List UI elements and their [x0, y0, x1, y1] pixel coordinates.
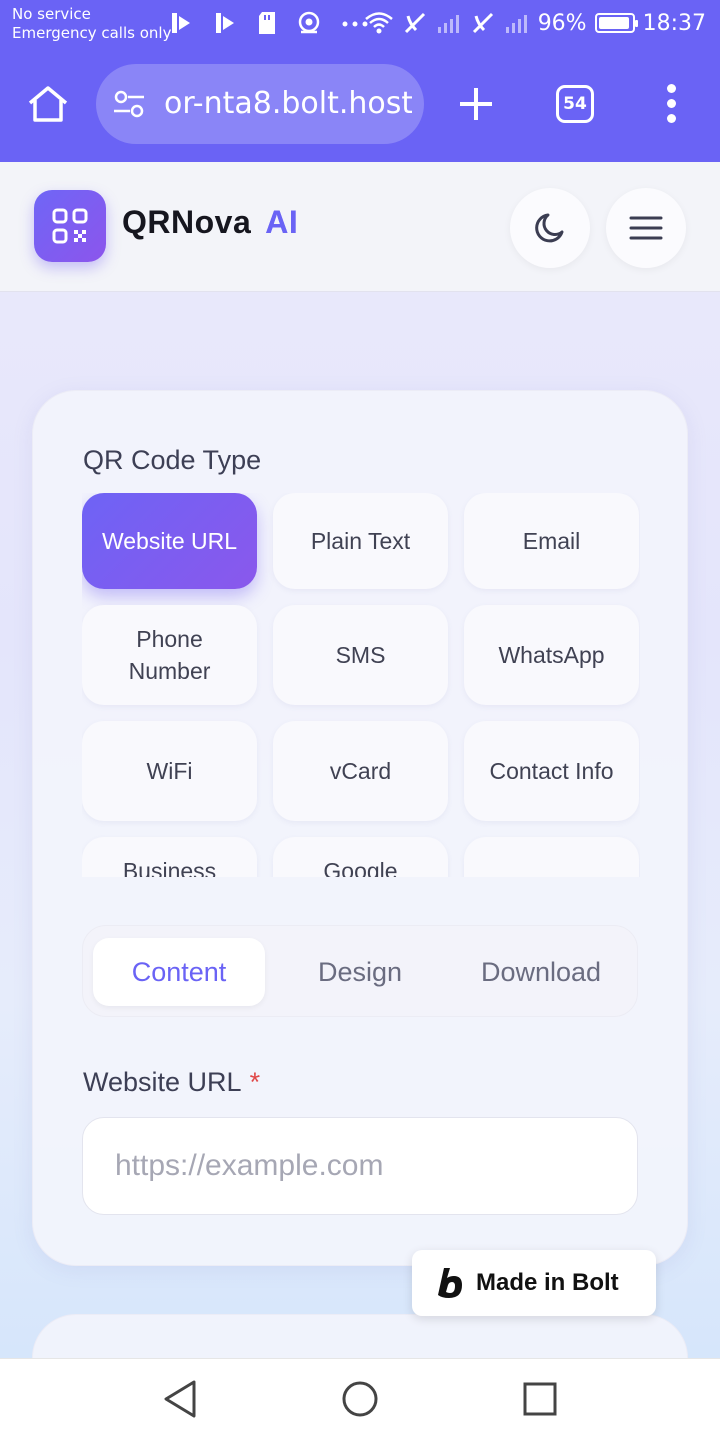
hamburger-menu-button[interactable]	[606, 188, 686, 268]
system-status: 96% 18:37	[364, 10, 706, 36]
type-option-label: WhatsApp	[498, 642, 605, 668]
sd-card-icon	[259, 12, 275, 34]
type-option-label: Business	[122, 858, 217, 877]
qr-code-icon	[52, 208, 88, 244]
type-option-label: Google	[323, 858, 398, 877]
type-option-contact-info[interactable]: Contact Info	[464, 721, 639, 821]
type-option-label: Plain Text	[310, 528, 411, 554]
home-circle-icon	[342, 1381, 378, 1417]
type-option-label: Contact Info	[489, 758, 614, 784]
website-url-label-text: Website URL	[83, 1067, 242, 1097]
type-option-sms[interactable]: SMS	[273, 605, 448, 705]
back-triangle-icon	[164, 1380, 196, 1418]
editor-tabs: Content Design Download	[82, 925, 638, 1017]
brand-name[interactable]: QRNova AI	[122, 204, 298, 241]
made-in-bolt-badge[interactable]: Made in Bolt	[412, 1250, 656, 1316]
website-url-input[interactable]	[82, 1117, 638, 1215]
web-page: QRNova AI QR Code Type Website URL Plain …	[0, 162, 720, 1358]
app-logo[interactable]	[34, 190, 106, 262]
home-button[interactable]	[26, 84, 70, 128]
qr-type-grid: Website URL Plain Text Email Phone Numbe…	[82, 493, 640, 877]
badge-label: Made in Bolt	[476, 1269, 619, 1296]
notification-icons	[168, 10, 370, 36]
recents-square-icon	[523, 1382, 557, 1416]
hamburger-icon	[629, 216, 663, 240]
type-option-label: WiFi	[146, 758, 193, 784]
type-option-label: Website URL	[101, 528, 238, 554]
no-call-icon	[404, 12, 425, 34]
moon-icon	[535, 213, 564, 243]
signal-icon	[437, 15, 459, 33]
emergency-status: Emergency calls only	[12, 24, 172, 42]
type-option-website-url[interactable]: Website URL	[82, 493, 257, 589]
type-option-vcard[interactable]: vCard	[273, 721, 448, 821]
required-marker: *	[249, 1067, 261, 1097]
system-navigation-bar	[0, 1358, 720, 1440]
service-status: No service	[12, 5, 91, 23]
battery-percent: 96%	[537, 10, 587, 36]
dark-mode-toggle[interactable]	[510, 188, 590, 268]
tab-design[interactable]: Design	[271, 938, 449, 1006]
signal-icon	[505, 15, 527, 33]
new-tab-button[interactable]	[456, 84, 496, 128]
hotspot-icon	[298, 11, 320, 34]
type-option-more[interactable]	[464, 837, 639, 877]
type-option-label: vCard	[329, 758, 392, 784]
back-button[interactable]	[162, 1379, 198, 1423]
no-call-icon	[472, 12, 493, 34]
plus-icon	[460, 88, 492, 120]
type-option-google[interactable]: Google	[273, 837, 448, 877]
type-option-label: Email	[522, 528, 581, 554]
generator-card: QR Code Type Website URL Plain Text Emai…	[32, 390, 688, 1266]
recents-button[interactable]	[522, 1379, 558, 1423]
brand-ai-suffix: AI	[265, 204, 299, 240]
brand-title: QRNova	[122, 204, 252, 240]
app-header: QRNova AI	[0, 162, 720, 292]
type-option-wifi[interactable]: WiFi	[82, 721, 257, 821]
type-option-whatsapp[interactable]: WhatsApp	[464, 605, 639, 705]
tab-count: 54	[563, 94, 587, 114]
type-option-email[interactable]: Email	[464, 493, 639, 589]
wifi-icon	[364, 12, 393, 34]
type-option-phone-number[interactable]: Phone Number	[82, 605, 257, 705]
tab-switcher-button[interactable]: 54	[556, 85, 594, 123]
url-text[interactable]: or-nta8.bolt.host	[164, 86, 412, 121]
network-status: No service Emergency calls only	[12, 5, 171, 43]
type-option-plain-text[interactable]: Plain Text	[273, 493, 448, 589]
home-nav-button[interactable]	[341, 1379, 379, 1423]
bolt-logo-icon	[438, 1268, 462, 1298]
battery-icon	[594, 13, 638, 33]
tab-content[interactable]: Content	[93, 938, 265, 1006]
browser-menu-button[interactable]	[662, 84, 682, 124]
address-bar[interactable]: or-nta8.bolt.host	[96, 64, 424, 144]
bolt-notification-icon	[216, 13, 234, 33]
qr-type-label: QR Code Type	[83, 445, 262, 475]
type-option-label: SMS	[335, 642, 386, 668]
browser-chrome: No service Emergency calls only 96% 18:3…	[0, 0, 720, 162]
type-option-label: Phone Number	[128, 626, 211, 684]
tab-download[interactable]: Download	[455, 938, 627, 1006]
website-url-label: Website URL *	[83, 1067, 260, 1098]
clock: 18:37	[642, 10, 706, 36]
site-settings-icon[interactable]	[112, 90, 146, 118]
status-bar: No service Emergency calls only 96% 18:3…	[0, 0, 720, 52]
preview-card	[32, 1314, 688, 1358]
home-icon	[28, 86, 68, 122]
type-option-business[interactable]: Business	[82, 837, 257, 877]
bolt-notification-icon	[172, 13, 190, 33]
